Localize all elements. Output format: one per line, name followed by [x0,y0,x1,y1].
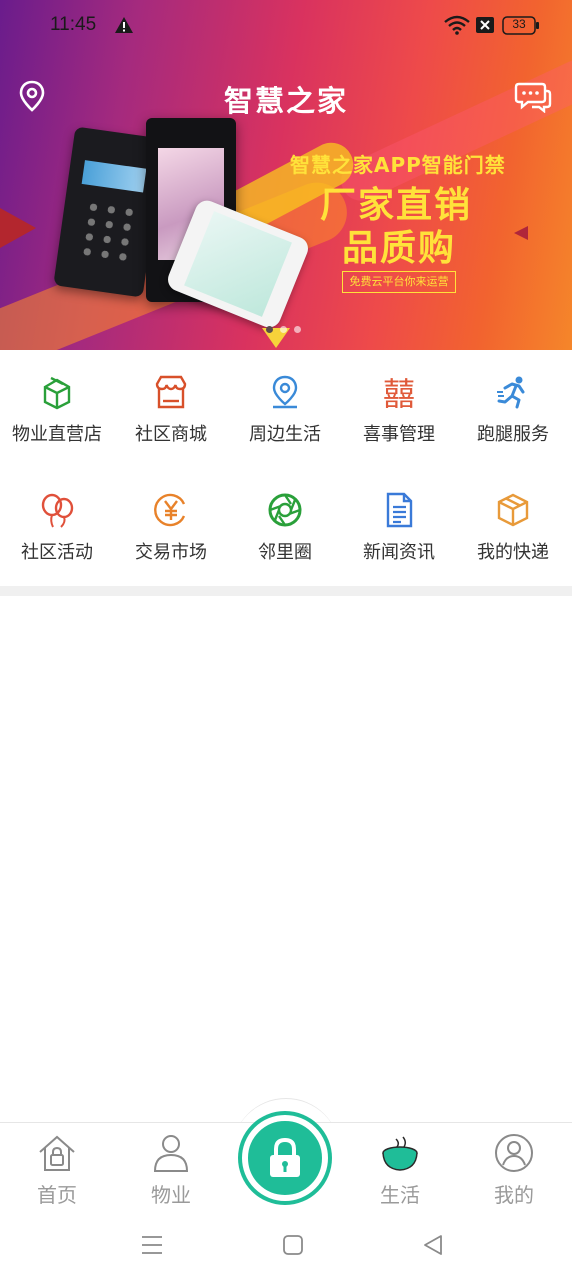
store-icon [155,375,187,409]
status-time: 11:45 [50,14,97,35]
unlock-button[interactable] [242,1115,328,1201]
tab-home[interactable]: 首页 [17,1133,97,1213]
carousel-dot[interactable] [294,326,301,333]
warning-icon [115,17,133,33]
service-item-celebration[interactable]: 囍 喜事管理 [342,350,456,468]
service-label: 邻里圈 [258,542,312,563]
banner-headline: 智慧之家APP智能门禁 [290,153,506,177]
banner-decoration [514,226,528,240]
carousel-indicator [266,326,306,334]
promo-banner[interactable]: 智慧之家APP智能门禁 厂家直销 品质购 免费云平台你来运营 11:45 33 … [0,0,572,350]
tab-label: 首页 [37,1183,77,1207]
service-item-errand[interactable]: 跑腿服务 [456,350,570,468]
aperture-icon [268,493,302,527]
status-bar: 11:45 33 [0,0,572,52]
menu-icon[interactable] [140,1234,164,1256]
service-item-property-store[interactable]: 物业直营店 [0,350,114,468]
tea-cup-icon [382,1136,418,1171]
service-item-news[interactable]: 新闻资讯 [342,468,456,586]
back-triangle-icon[interactable] [422,1234,444,1256]
tab-label: 生活 [380,1183,420,1207]
tab-label: 我的 [494,1183,534,1207]
service-item-neighbors[interactable]: 邻里圈 [228,468,342,586]
service-item-community-events[interactable]: 社区活动 [0,468,114,586]
wifi-icon [444,15,470,35]
svg-text:囍: 囍 [383,375,415,410]
tab-mine[interactable]: 我的 [474,1133,554,1213]
app-title: 智慧之家 [223,84,348,118]
service-item-nearby-life[interactable]: 周边生活 [228,350,342,468]
carousel-dot[interactable] [280,326,287,333]
service-item-market[interactable]: 交易市场 [114,468,228,586]
battery-level: 33 [512,17,526,31]
balloons-icon [41,493,74,528]
tab-life[interactable]: 生活 [360,1133,440,1213]
message-icon[interactable] [514,79,552,113]
carousel-dot[interactable] [266,326,273,333]
service-label: 喜事管理 [363,424,435,445]
tab-label: 物业 [151,1183,191,1207]
service-label: 社区商城 [135,424,207,445]
service-label: 跑腿服务 [477,424,549,445]
service-grid: 物业直营店 社区商城 周边生活 囍 喜事管理 跑腿服务 社区活动 交易市场 邻里… [0,350,572,586]
service-item-delivery[interactable]: 我的快递 [456,468,570,586]
banner-decoration [0,208,36,248]
section-divider [0,586,572,596]
service-label: 交易市场 [135,542,207,563]
service-item-community-mall[interactable]: 社区商城 [114,350,228,468]
service-label: 物业直营店 [12,424,102,445]
service-label: 社区活动 [21,542,93,563]
home-lock-icon [39,1135,75,1171]
system-navigation-bar [0,1214,572,1280]
location-pin-icon [272,375,298,409]
no-sim-icon [476,17,494,33]
double-happiness-icon: 囍 [383,375,415,410]
service-label: 周边生活 [249,424,321,445]
package-icon [497,493,529,527]
home-square-icon[interactable] [282,1234,304,1256]
runner-icon [497,376,525,409]
document-icon [386,492,413,528]
service-label: 新闻资讯 [363,542,435,563]
padlock-icon [270,1137,300,1177]
service-label: 我的快递 [477,542,549,563]
tab-property[interactable]: 物业 [131,1133,211,1213]
banner-cta[interactable]: 免费云平台你来运营 [342,271,456,293]
yuan-coin-icon [154,493,186,527]
shop-box-icon [43,376,71,410]
banner-slogan-2: 品质购 [342,228,457,269]
profile-circle-icon [495,1134,533,1172]
person-icon [153,1135,189,1172]
